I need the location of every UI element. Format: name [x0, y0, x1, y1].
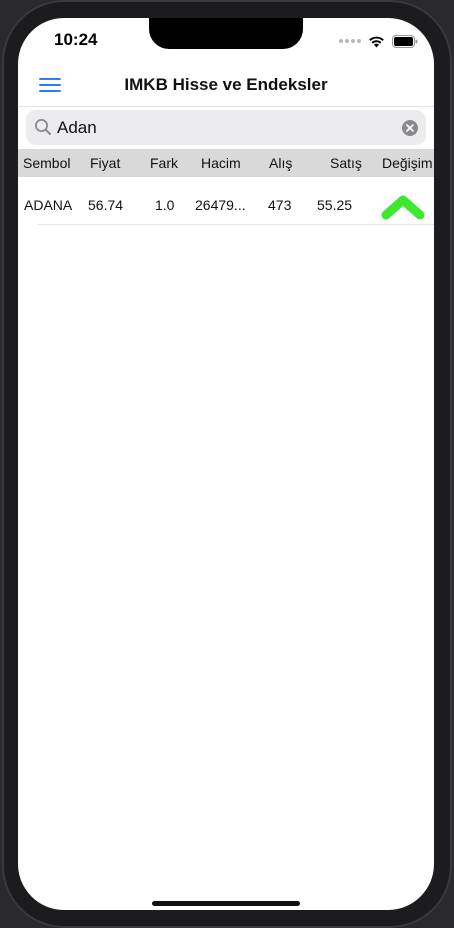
status-indicators [339, 34, 418, 48]
table-header: Sembol Fiyat Fark Hacim Alış Satış Değiş… [18, 149, 434, 177]
cell-sembol: ADANA [24, 197, 73, 213]
device-notch [149, 18, 303, 49]
table-row[interactable]: ADANA 56.74 1.0 26479... 473 55.25 [18, 177, 434, 224]
cell-fark: 1.0 [155, 197, 175, 213]
app-screen: 10:24 IMKB Hisse ve Endeksler Adan Sembo… [18, 18, 434, 910]
cell-satis: 55.25 [317, 197, 353, 213]
search-input[interactable] [57, 110, 387, 145]
nav-divider [18, 106, 434, 107]
clear-search-icon[interactable] [402, 120, 418, 136]
home-indicator [152, 901, 300, 906]
arrow-up-icon [381, 195, 425, 220]
row-divider [38, 224, 434, 225]
cell-alis: 473 [268, 197, 292, 213]
navigation-bar: IMKB Hisse ve Endeksler [18, 68, 434, 106]
battery-icon [392, 34, 418, 48]
column-header-fark[interactable]: Fark [150, 155, 178, 171]
wifi-icon [368, 35, 385, 48]
page-title: IMKB Hisse ve Endeksler [124, 75, 328, 94]
column-header-degisim[interactable]: Değişim [382, 155, 433, 171]
signal-icon [339, 39, 361, 43]
search-icon [35, 119, 51, 135]
column-header-fiyat[interactable]: Fiyat [90, 155, 120, 171]
status-time: 10:24 [54, 30, 98, 49]
column-header-satis[interactable]: Satış [330, 155, 362, 171]
cell-fiyat: 56.74 [88, 197, 124, 213]
column-header-hacim[interactable]: Hacim [201, 155, 241, 171]
search-bar[interactable] [26, 110, 426, 145]
column-header-alis[interactable]: Alış [269, 155, 292, 171]
column-header-sembol[interactable]: Sembol [23, 155, 70, 171]
cell-hacim: 26479... [195, 197, 246, 213]
